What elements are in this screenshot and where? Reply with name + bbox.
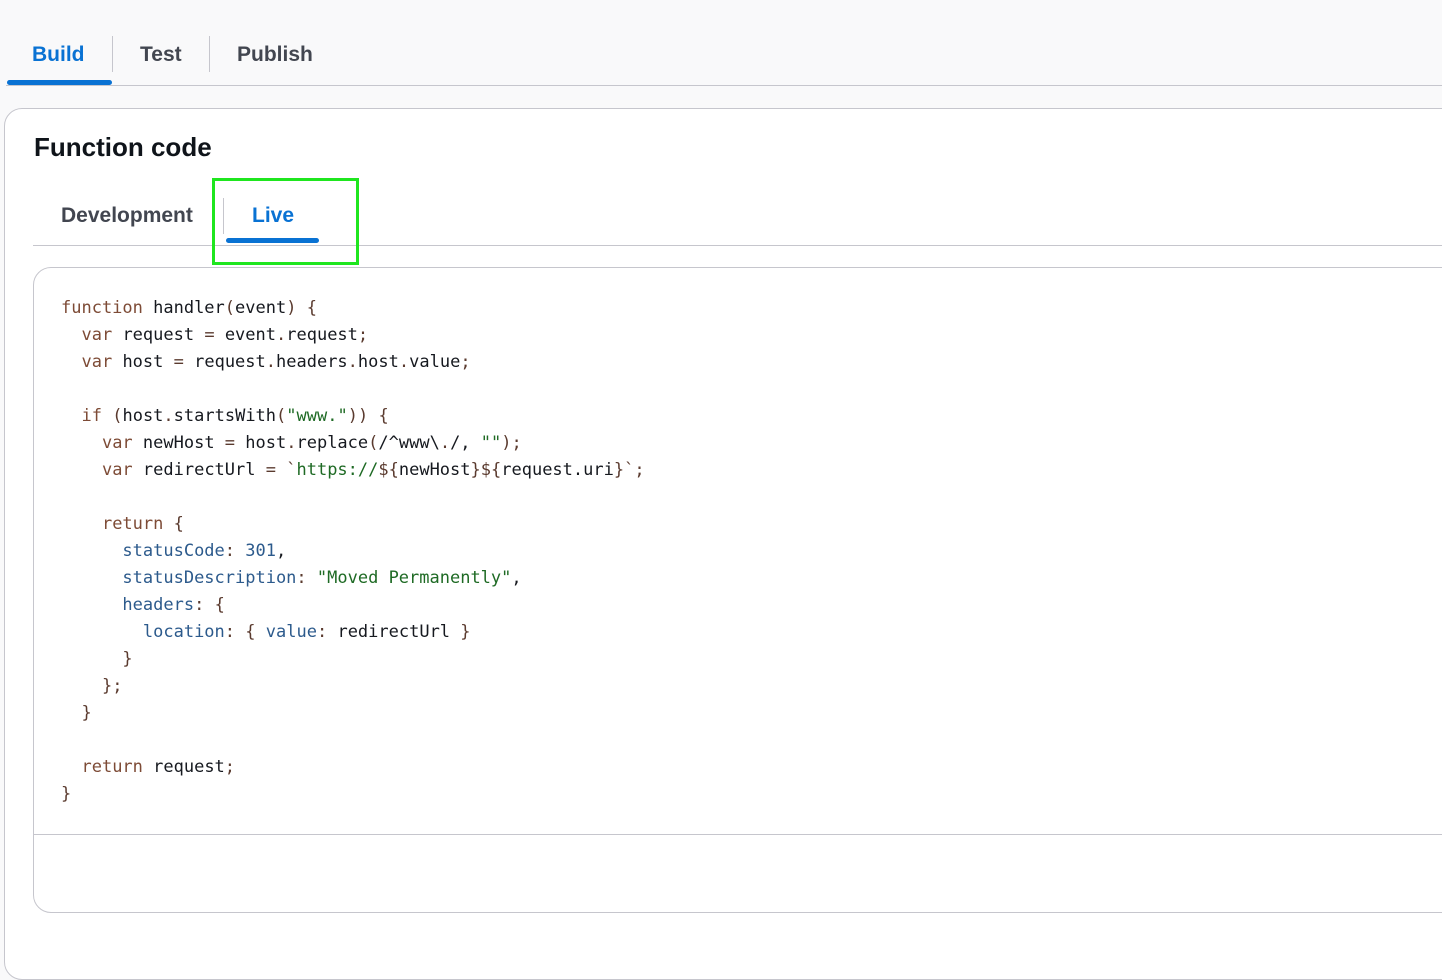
function-code-panel: Function code Development Live function … xyxy=(4,108,1442,980)
active-tab-indicator xyxy=(226,238,319,243)
tabs-divider xyxy=(33,245,1442,246)
tab-test[interactable]: Test xyxy=(140,38,182,72)
tab-build[interactable]: Build xyxy=(32,38,85,72)
main-tabs: Build Test Publish xyxy=(0,0,1442,86)
panel-title: Function code xyxy=(34,132,212,162)
tab-development[interactable]: Development xyxy=(61,201,193,231)
code-block[interactable]: function handler(event) { var request = … xyxy=(61,295,645,808)
tab-separator xyxy=(223,198,224,234)
code-area[interactable]: function handler(event) { var request = … xyxy=(34,268,1442,835)
tab-separator xyxy=(209,36,210,72)
tabs-divider xyxy=(6,85,1442,86)
code-version-tabs: Development Live xyxy=(33,179,1442,246)
code-editor[interactable]: function handler(event) { var request = … xyxy=(33,267,1442,913)
tab-separator xyxy=(112,36,113,72)
tab-publish[interactable]: Publish xyxy=(237,38,313,72)
tab-live[interactable]: Live xyxy=(252,201,294,231)
